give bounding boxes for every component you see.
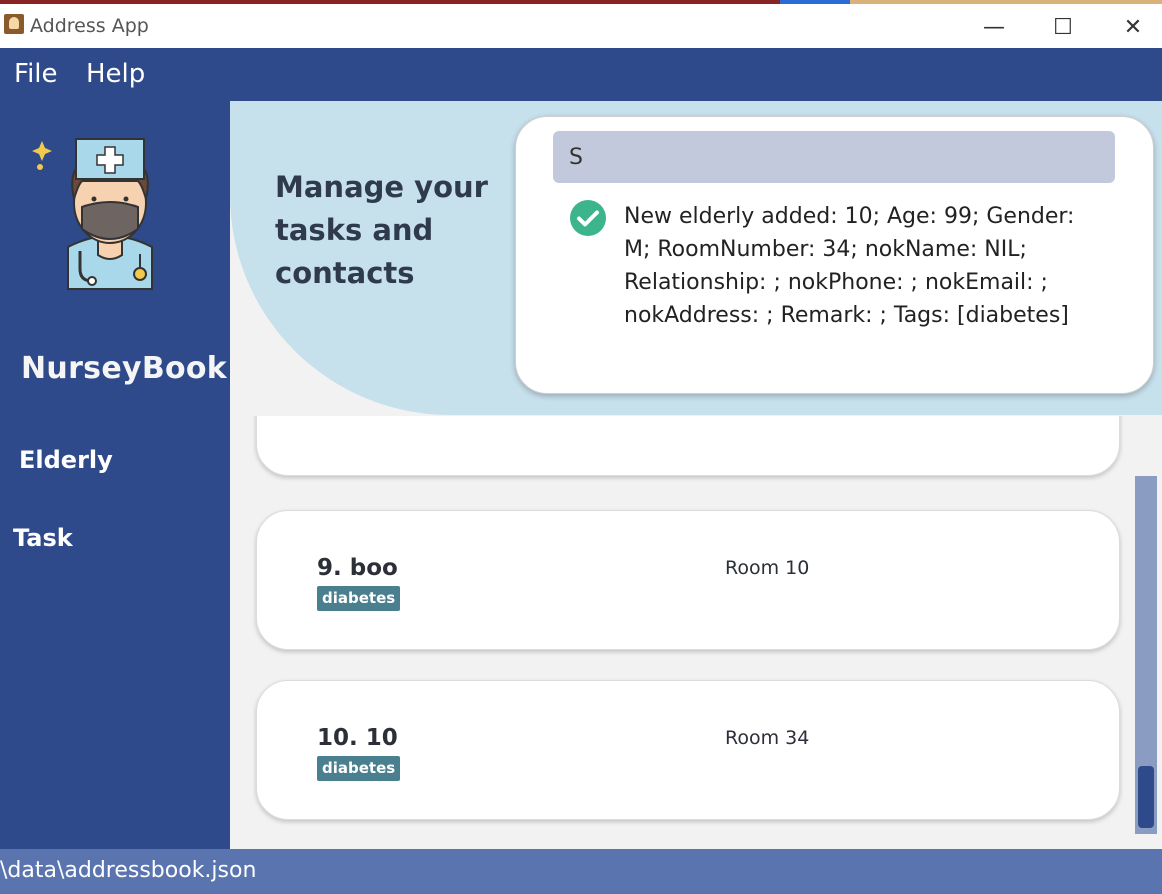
elderly-name: 9. boo: [317, 555, 398, 581]
tag-badge: diabetes: [317, 586, 401, 611]
command-card: New elderly added: 10; Age: 99; Gender: …: [515, 116, 1154, 394]
brand-title: NurseyBook: [21, 351, 228, 386]
window-title: Address App: [30, 15, 149, 37]
check-circle-icon: [570, 200, 606, 236]
sidebar: NurseyBook Elderly Task: [0, 101, 230, 849]
room-label: Room 34: [725, 727, 810, 749]
app-icon: [4, 14, 24, 34]
nav-task[interactable]: Task: [13, 524, 73, 552]
title-bar: Address App — ☐ ✕: [0, 4, 1162, 48]
menu-bar: File Help: [0, 48, 1162, 101]
scrollbar-thumb[interactable]: [1138, 766, 1154, 828]
nurse-avatar-icon: [32, 138, 153, 290]
close-button[interactable]: ✕: [1110, 10, 1156, 44]
header-area: Manage your tasks and contacts New elder…: [230, 101, 1162, 416]
maximize-button[interactable]: ☐: [1040, 10, 1086, 44]
app-window: Address App — ☐ ✕ File Help NurseyBook E…: [0, 0, 1162, 894]
menu-file[interactable]: File: [14, 59, 58, 89]
elderly-name: 10. 10: [317, 725, 398, 751]
minimize-button[interactable]: —: [971, 10, 1017, 44]
elderly-list: 9. boo diabetes Room 10 10. 10 diabetes …: [230, 416, 1162, 849]
list-scrollbar[interactable]: [1135, 476, 1157, 834]
nav-elderly[interactable]: Elderly: [19, 446, 113, 474]
command-input[interactable]: [553, 131, 1115, 183]
tag-badge: diabetes: [317, 756, 401, 781]
data-file-path: \data\addressbook.json: [0, 858, 257, 883]
menu-help[interactable]: Help: [86, 59, 145, 89]
list-item-partial[interactable]: [256, 416, 1120, 476]
command-result-text: New elderly added: 10; Age: 99; Gender: …: [624, 204, 1075, 328]
status-bar: \data\addressbook.json: [0, 849, 1162, 894]
list-item[interactable]: 10. 10 diabetes Room 34: [256, 680, 1120, 820]
tagline: Manage your tasks and contacts: [275, 170, 488, 290]
room-label: Room 10: [725, 557, 810, 579]
list-item[interactable]: 9. boo diabetes Room 10: [256, 510, 1120, 650]
